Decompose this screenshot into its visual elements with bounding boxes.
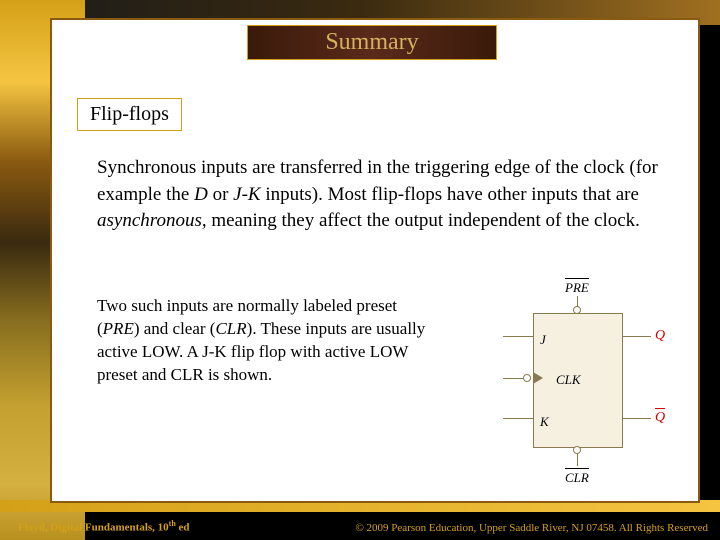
footer-ed: ed	[176, 522, 190, 534]
p2-clr-lbl: CLR	[215, 319, 246, 338]
paragraph-1: Synchronous inputs are transferred in th…	[97, 155, 677, 235]
p2-mid1: ) and clear (	[134, 319, 216, 338]
slide-title: Summary	[247, 25, 497, 60]
paragraph-2: Two such inputs are normally labeled pre…	[97, 295, 437, 387]
p1-post: , meaning they affect the output indepen…	[202, 210, 640, 231]
slide-footer: Floyd, Digital Fundamentals, 10th ed © 2…	[0, 515, 720, 540]
p2-pre-lbl: PRE	[103, 319, 134, 338]
j-wire	[503, 336, 533, 337]
p1-d: D	[194, 184, 208, 205]
clr-label: CLR	[565, 470, 589, 486]
k-wire	[503, 418, 533, 419]
flipflop-diagram: PRE J CLK K Q Q CLR	[473, 278, 668, 493]
q-wire	[623, 336, 651, 337]
pre-label: PRE	[565, 280, 589, 296]
j-pin: J	[540, 332, 546, 348]
footer-left: Floyd, Digital Fundamentals, 10th ed	[18, 519, 190, 534]
footer-sup: th	[169, 519, 176, 528]
clr-wire	[577, 454, 578, 466]
qbar-label: Q	[655, 410, 665, 426]
footer-book: Floyd, Digital Fundamentals, 10	[18, 522, 169, 534]
clk-bubble	[523, 374, 531, 382]
qbar-wire	[623, 418, 651, 419]
p1-mid1: or	[208, 184, 233, 205]
clr-bubble	[573, 446, 581, 454]
p1-mid2: inputs). Most flip-flops have other inpu…	[261, 184, 639, 205]
clk-triangle	[533, 372, 543, 384]
slide-content-area: Summary Flip-flops Synchronous inputs ar…	[50, 18, 700, 503]
slide-subtitle: Flip-flops	[77, 98, 182, 131]
k-pin: K	[540, 414, 549, 430]
flipflop-body: J CLK K	[533, 313, 623, 448]
clk-pin: CLK	[556, 372, 581, 388]
p1-async: asynchronous	[97, 210, 202, 231]
clk-wire	[503, 378, 523, 379]
footer-right: © 2009 Pearson Education, Upper Saddle R…	[355, 522, 708, 534]
p1-jk: J-K	[233, 184, 260, 205]
q-label: Q	[655, 328, 665, 344]
